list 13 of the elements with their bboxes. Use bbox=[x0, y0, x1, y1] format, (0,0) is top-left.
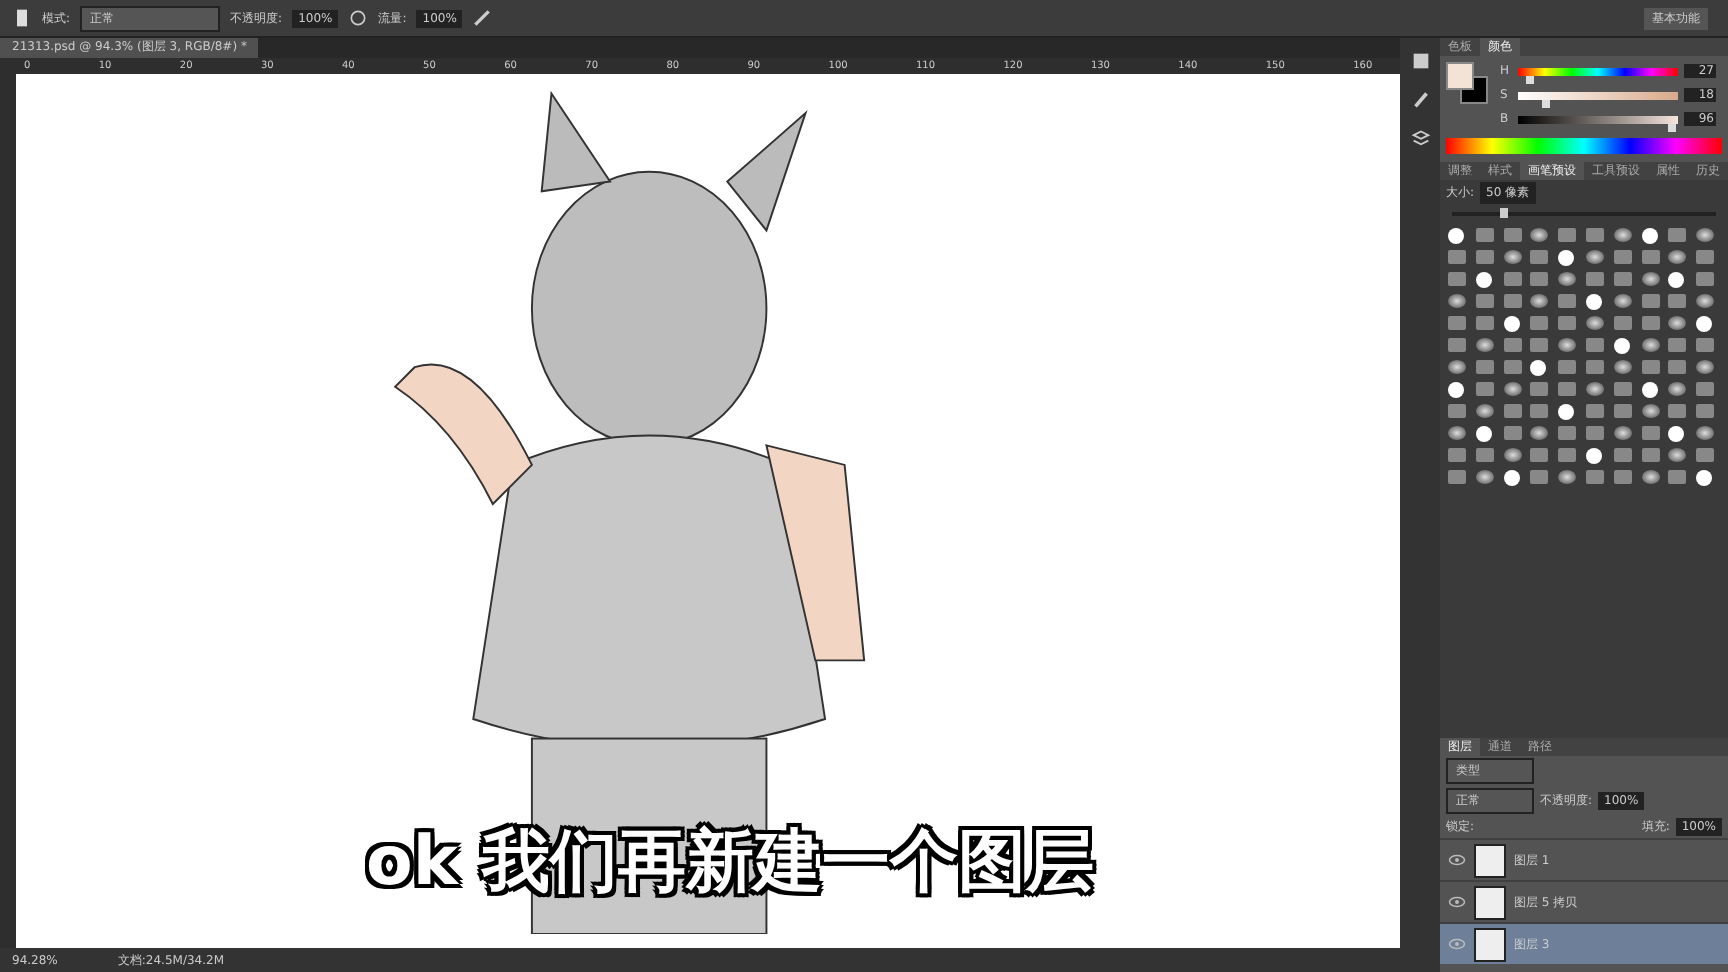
layer-thumbnail bbox=[1474, 927, 1506, 961]
slider-thumb[interactable] bbox=[1500, 208, 1509, 218]
brush-icon[interactable] bbox=[1409, 88, 1432, 110]
color-swatches[interactable] bbox=[1446, 62, 1486, 102]
layers-icon[interactable] bbox=[1409, 126, 1432, 148]
slider-thumb[interactable] bbox=[1542, 99, 1551, 107]
layer-thumbnail bbox=[1474, 843, 1506, 877]
eye-icon[interactable] bbox=[1448, 854, 1466, 866]
slider-thumb[interactable] bbox=[1526, 75, 1535, 83]
layer-thumbnail bbox=[1474, 885, 1506, 919]
color-spectrum[interactable] bbox=[1446, 138, 1722, 154]
eye-icon[interactable] bbox=[1448, 896, 1466, 908]
slider-thumb[interactable] bbox=[1667, 123, 1676, 131]
